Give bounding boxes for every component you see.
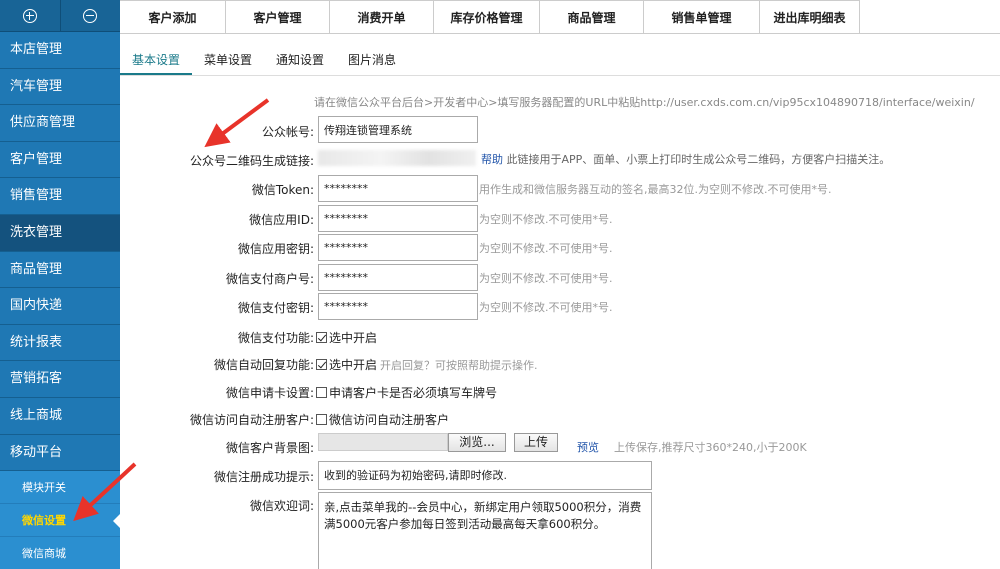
checkbox-unchecked-icon bbox=[316, 387, 327, 398]
register-success-label: 微信注册成功提示: bbox=[213, 470, 314, 484]
settings-tabs: 基本设置 菜单设置 通知设置 图片消息 bbox=[120, 44, 1000, 76]
pay-function-check-label: 选中开启 bbox=[329, 331, 378, 345]
nav-stock-details[interactable]: 进出库明细表 bbox=[760, 0, 860, 34]
checkbox-checked-icon bbox=[316, 332, 327, 343]
token-input[interactable] bbox=[318, 175, 478, 202]
mchid-input[interactable] bbox=[318, 264, 478, 291]
tab-notify-settings[interactable]: 通知设置 bbox=[264, 44, 336, 75]
pay-function-checkbox[interactable]: 选中开启 bbox=[316, 329, 377, 346]
account-input[interactable] bbox=[318, 116, 478, 143]
auto-reply-label: 微信自动回复功能: bbox=[213, 358, 314, 372]
appsecret-label: 微信应用密钥: bbox=[237, 242, 314, 256]
preview-link[interactable]: 预览 bbox=[577, 439, 599, 455]
tab-menu-settings[interactable]: 菜单设置 bbox=[192, 44, 264, 75]
expand-all-button[interactable] bbox=[0, 0, 61, 31]
token-note: 用作生成和微信服务器互动的签名,最高32位.为空则不修改.不可使用*号. bbox=[479, 183, 832, 196]
paykey-note: 为空则不修改.不可使用*号. bbox=[479, 301, 613, 314]
nav-customer-management[interactable]: 客户管理 bbox=[226, 0, 330, 34]
card-setting-checkbox[interactable]: 申请客户卡是否必须填写车牌号 bbox=[316, 384, 497, 401]
paykey-label: 微信支付密钥: bbox=[237, 301, 314, 315]
help-link[interactable]: 帮助 bbox=[481, 153, 503, 166]
checkbox-unchecked-icon bbox=[316, 414, 327, 425]
auto-reply-checkbox[interactable]: 选中开启 bbox=[316, 356, 377, 373]
appid-label: 微信应用ID: bbox=[249, 213, 314, 227]
card-setting-label: 微信申请卡设置: bbox=[225, 386, 314, 400]
qr-link-note: 此链接用于APP、面单、小票上打印时生成公众号二维码，方便客户扫描关注。 bbox=[506, 153, 891, 166]
plus-icon bbox=[22, 8, 37, 23]
appid-note: 为空则不修改.不可使用*号. bbox=[479, 213, 613, 226]
server-url-hint: 请在微信公众平台后台>开发者中心>填写服务器配置的URL中粘贴http://us… bbox=[314, 96, 975, 109]
sidebar-item-store[interactable]: 本店管理 bbox=[0, 32, 120, 69]
mchid-note: 为空则不修改.不可使用*号. bbox=[479, 272, 613, 285]
auto-reply-check-label: 选中开启 bbox=[329, 358, 378, 372]
qr-link-note-wrap: 帮助 此链接用于APP、面单、小票上打印时生成公众号二维码，方便客户扫描关注。 bbox=[481, 151, 890, 167]
qr-link-input-redacted[interactable] bbox=[318, 150, 476, 166]
nav-inventory-price[interactable]: 库存价格管理 bbox=[434, 0, 540, 34]
app-root: 本店管理 汽车管理 供应商管理 客户管理 销售管理 洗衣管理 商品管理 国内快递… bbox=[0, 0, 1000, 569]
account-label: 公众帐号: bbox=[261, 125, 314, 139]
sidebar-item-car[interactable]: 汽车管理 bbox=[0, 68, 120, 106]
nav-add-customer[interactable]: 客户添加 bbox=[120, 0, 226, 34]
file-path-field[interactable] bbox=[318, 433, 448, 451]
nav-billing[interactable]: 消费开单 bbox=[330, 0, 434, 34]
auto-register-check-label: 微信访问自动注册客户 bbox=[329, 413, 450, 427]
welcome-textarea[interactable]: 亲,点击菜单我的--会员中心，新绑定用户领取5000积分，消费满5000元客户参… bbox=[318, 492, 652, 569]
welcome-label: 微信欢迎词: bbox=[249, 499, 314, 513]
auto-reply-note: 开启回复？可按照帮助提示操作. bbox=[380, 359, 538, 372]
upload-button[interactable]: 上传 bbox=[514, 433, 558, 452]
tab-image-messages[interactable]: 图片消息 bbox=[336, 44, 408, 75]
register-success-input[interactable]: 收到的验证码为初始密码,请即时修改. bbox=[318, 461, 652, 490]
appid-input[interactable] bbox=[318, 205, 478, 232]
background-image-label: 微信客户背景图: bbox=[225, 441, 314, 455]
auto-register-checkbox[interactable]: 微信访问自动注册客户 bbox=[316, 411, 449, 428]
minus-icon bbox=[83, 8, 98, 23]
sidebar-toolbar bbox=[0, 0, 120, 32]
appsecret-note: 为空则不修改.不可使用*号. bbox=[479, 242, 613, 255]
appsecret-input[interactable] bbox=[318, 234, 478, 261]
token-label: 微信Token: bbox=[251, 183, 314, 197]
auto-register-label: 微信访问自动注册客户: bbox=[189, 413, 314, 427]
paykey-input[interactable] bbox=[318, 293, 478, 320]
mchid-label: 微信支付商户号: bbox=[225, 272, 314, 286]
checkbox-checked-icon bbox=[316, 359, 327, 370]
sidebar-subitem-wechat-mall[interactable]: 微信商城 bbox=[0, 537, 120, 569]
collapse-all-button[interactable] bbox=[61, 0, 121, 31]
card-setting-check-label: 申请客户卡是否必须填写车牌号 bbox=[329, 386, 498, 400]
top-nav: 客户添加 客户管理 消费开单 库存价格管理 商品管理 销售单管理 进出库明细表 bbox=[120, 0, 1000, 34]
qr-link-label: 公众号二维码生成链接: bbox=[189, 154, 314, 168]
pay-function-label: 微信支付功能: bbox=[237, 331, 314, 345]
nav-goods-management[interactable]: 商品管理 bbox=[540, 0, 644, 34]
tab-basic-settings[interactable]: 基本设置 bbox=[120, 44, 193, 75]
browse-button[interactable]: 浏览... bbox=[448, 433, 506, 452]
background-image-note: 上传保存,推荐尺寸360*240,小于200K bbox=[614, 441, 807, 454]
nav-sales-orders[interactable]: 销售单管理 bbox=[644, 0, 760, 34]
